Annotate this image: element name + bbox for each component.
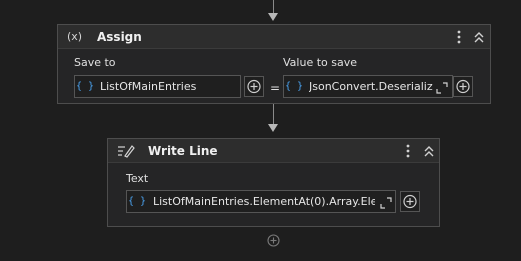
write-line-title: Write Line xyxy=(148,144,218,158)
assign-title: Assign xyxy=(97,30,142,44)
assign-equals: = xyxy=(270,81,281,95)
collapse-icon[interactable] xyxy=(421,142,437,160)
save-to-label: Save to xyxy=(74,56,116,69)
more-vertical-icon[interactable] xyxy=(451,28,467,46)
save-to-value: ListOfMainEntries xyxy=(100,80,197,93)
write-line-header[interactable]: Write Line xyxy=(108,139,439,163)
add-circle-icon[interactable] xyxy=(244,76,264,97)
expression-braces-icon: { } xyxy=(76,81,95,92)
write-line-activity[interactable]: Write Line Text { } ListOfMainEntries.El… xyxy=(107,138,440,227)
flow-arrow-top xyxy=(268,13,278,21)
add-activity-icon[interactable] xyxy=(267,232,280,247)
collapse-icon[interactable] xyxy=(471,28,487,46)
text-value: ListOfMainEntries.ElementAt(0).Array.Ele… xyxy=(153,195,375,208)
expand-editor-icon[interactable] xyxy=(379,195,393,209)
flow-connector-top xyxy=(273,0,274,14)
value-to-save-value: JsonConvert.Deserializ xyxy=(309,80,433,93)
assign-header[interactable]: (x) Assign xyxy=(58,25,490,49)
value-to-save-field[interactable]: { } JsonConvert.Deserializ xyxy=(283,75,453,98)
flow-arrow-middle xyxy=(268,124,278,132)
assign-activity[interactable]: (x) Assign Save to { } ListOfMainEntries… xyxy=(57,24,491,104)
save-to-field[interactable]: { } ListOfMainEntries xyxy=(74,75,241,98)
expression-braces-icon: { } xyxy=(128,196,147,207)
text-field[interactable]: { } ListOfMainEntries.ElementAt(0).Array… xyxy=(126,190,396,213)
variable-icon: (x) xyxy=(67,30,83,43)
add-circle-icon[interactable] xyxy=(453,76,473,97)
flow-connector-middle xyxy=(273,104,274,125)
add-circle-icon[interactable] xyxy=(400,191,420,212)
write-line-icon xyxy=(117,143,135,159)
expression-braces-icon: { } xyxy=(285,81,304,92)
text-label: Text xyxy=(126,172,149,185)
more-vertical-icon[interactable] xyxy=(400,142,416,160)
value-to-save-label: Value to save xyxy=(283,56,357,69)
expand-editor-icon[interactable] xyxy=(435,80,449,94)
